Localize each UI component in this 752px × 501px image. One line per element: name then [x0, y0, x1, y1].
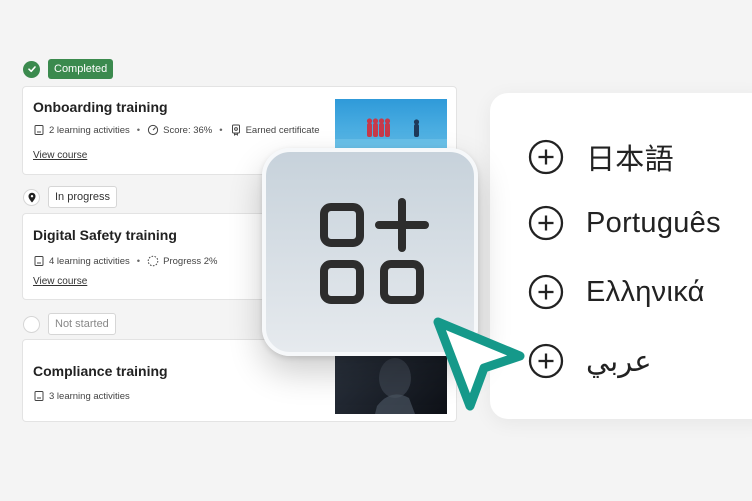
language-panel: 日本語 Português Ελληνικά عربي	[490, 93, 752, 419]
activities-count: 4 learning activities	[49, 255, 130, 267]
course-title: Digital Safety training	[33, 227, 177, 243]
language-label: Ελληνικά	[586, 275, 705, 308]
status-row-not-started: Not started	[23, 313, 116, 335]
language-option-portuguese[interactable]: Português	[528, 205, 721, 241]
language-label: 日本語	[586, 144, 674, 176]
progress-text: Progress 2%	[163, 255, 218, 267]
book-icon	[33, 390, 45, 402]
location-pin-icon	[23, 188, 40, 206]
empty-circle-icon	[23, 315, 40, 333]
meta-separator: •	[136, 124, 141, 136]
status-badge: Completed	[48, 59, 114, 79]
plus-circle-icon	[528, 343, 564, 379]
status-row-completed: Completed	[23, 59, 114, 79]
activities-count: 3 learning activities	[49, 390, 130, 402]
certificate-icon	[230, 124, 242, 136]
course-title: Compliance training	[33, 363, 168, 379]
course-thumbnail	[335, 348, 447, 414]
view-course-link[interactable]: View course	[33, 276, 87, 287]
gauge-icon	[147, 124, 159, 136]
course-meta: 2 learning activities • Score: 36% • Ear…	[33, 124, 320, 136]
certificate-text: Earned certificate	[245, 124, 320, 136]
book-icon	[33, 124, 45, 136]
status-badge: Not started	[48, 313, 116, 335]
language-option-arabic[interactable]: عربي	[528, 343, 652, 379]
score-text: Score: 36%	[163, 124, 213, 136]
activities-count: 2 learning activities	[49, 124, 130, 136]
view-course-link[interactable]: View course	[33, 150, 87, 161]
language-option-greek[interactable]: Ελληνικά	[528, 274, 705, 310]
status-badge: In progress	[48, 186, 118, 208]
book-icon	[33, 255, 45, 267]
check-circle-icon	[23, 60, 40, 78]
plus-circle-icon	[528, 139, 564, 175]
course-title: Onboarding training	[33, 99, 168, 115]
status-row-in-progress: In progress	[23, 186, 118, 208]
plus-circle-icon	[528, 205, 564, 241]
meta-separator: •	[219, 124, 223, 136]
cursor-arrow-icon	[433, 317, 525, 411]
plus-circle-icon	[528, 274, 564, 310]
course-meta: 3 learning activities	[33, 390, 130, 402]
course-meta: 4 learning activities • Progress 2%	[33, 255, 218, 267]
language-label: Português	[586, 206, 721, 239]
language-label: عربي	[586, 345, 652, 378]
language-option-japanese[interactable]: 日本語	[528, 136, 674, 178]
meta-separator: •	[136, 255, 141, 267]
progress-ring-icon	[147, 255, 159, 267]
